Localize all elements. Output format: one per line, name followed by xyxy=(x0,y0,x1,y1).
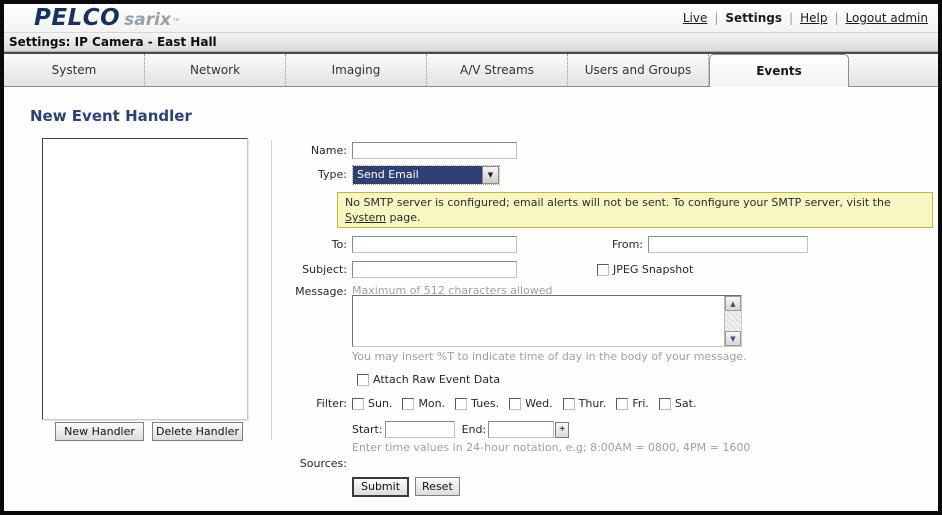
scroll-up-icon[interactable]: ▲ xyxy=(725,296,741,311)
filter-day-option: Tues. xyxy=(455,397,499,410)
delete-handler-button[interactable]: Delete Handler xyxy=(152,422,243,441)
submit-button[interactable]: Submit xyxy=(352,476,410,497)
name-row: Name: xyxy=(4,141,517,160)
name-input[interactable] xyxy=(352,142,517,159)
filter-thur-label: Thur. xyxy=(578,397,607,410)
subject-input[interactable] xyxy=(352,261,517,278)
filter-day-option: Wed. xyxy=(509,397,553,410)
nav-help-link[interactable]: Help xyxy=(800,11,827,25)
message-edit-region[interactable] xyxy=(353,296,724,346)
filter-sun-label: Sun. xyxy=(368,397,393,410)
nav-separator: | xyxy=(714,11,719,25)
type-select[interactable]: Send Email ▼ xyxy=(352,164,500,185)
start-input[interactable] xyxy=(384,421,455,438)
jpeg-snapshot-option: JPEG Snapshot xyxy=(597,263,693,276)
reset-button[interactable]: Reset xyxy=(415,477,460,496)
nav-logout-link[interactable]: Logout admin xyxy=(846,11,929,25)
type-row: Type: Send Email ▼ xyxy=(4,164,500,185)
page-title: New Event Handler xyxy=(30,107,192,125)
scrollbar[interactable]: ▲ ▼ xyxy=(724,296,741,346)
jpeg-snapshot-checkbox[interactable] xyxy=(597,263,609,276)
tab-imaging[interactable]: Imaging xyxy=(286,54,427,86)
nav-live-link[interactable]: Live xyxy=(683,11,708,25)
filter-sun-checkbox[interactable] xyxy=(352,397,364,410)
filter-thur-checkbox[interactable] xyxy=(562,397,575,410)
product-text: sarix xyxy=(124,10,171,30)
to-input[interactable] xyxy=(352,236,517,253)
filter-day-option: Thur. xyxy=(562,397,607,410)
form-buttons: Submit Reset xyxy=(352,476,460,497)
sources-label: Sources: xyxy=(299,457,347,470)
scroll-down-icon[interactable]: ▼ xyxy=(725,331,741,346)
browser-page: PELCO sarix ™ Live | Settings | Help | L… xyxy=(0,0,942,515)
filter-label: Filter: xyxy=(316,397,347,410)
trademark-text: ™ xyxy=(171,18,181,28)
nav-separator: | xyxy=(834,11,839,25)
subject-label: Subject: xyxy=(302,263,347,276)
filter-wed-checkbox[interactable] xyxy=(509,397,522,410)
end-input[interactable] xyxy=(488,421,555,438)
jpeg-snapshot-label: JPEG Snapshot xyxy=(613,263,694,276)
filter-tues-label: Tues. xyxy=(471,397,500,410)
filter-day-option: Mon. xyxy=(402,397,445,410)
app-header: PELCO sarix ™ Live | Settings | Help | L… xyxy=(4,4,938,32)
tab-network[interactable]: Network xyxy=(145,54,286,86)
to-from-row: To: From: xyxy=(4,235,808,254)
attach-raw-option: Attach Raw Event Data xyxy=(357,373,500,386)
type-select-value: Send Email xyxy=(353,165,482,184)
chevron-down-icon[interactable]: ▼ xyxy=(482,165,499,184)
filter-sat-checkbox[interactable] xyxy=(658,397,671,410)
filter-day-option: Sun. xyxy=(352,397,392,410)
start-label: Start: xyxy=(352,423,383,436)
message-textarea[interactable]: ▲ ▼ xyxy=(352,295,742,347)
warning-text-before: No SMTP server is configured; email aler… xyxy=(345,196,891,209)
message-label: Message: xyxy=(295,285,347,298)
system-page-link[interactable]: System xyxy=(345,211,386,224)
add-time-button[interactable]: + xyxy=(555,421,570,438)
tab-strip: System Network Imaging A/V Streams Users… xyxy=(4,52,938,87)
header-nav: Live | Settings | Help | Logout admin xyxy=(683,11,928,25)
from-input[interactable] xyxy=(648,236,808,253)
filter-mon-label: Mon. xyxy=(418,397,446,410)
filter-row: Filter: Sun. Mon. Tues. Wed. Thur. Fri. … xyxy=(4,394,696,413)
type-label: Type: xyxy=(318,168,347,181)
new-handler-button[interactable]: New Handler xyxy=(55,422,144,441)
time-notation-hint: Enter time values in 24-hour notation, e… xyxy=(352,441,751,454)
filter-mon-checkbox[interactable] xyxy=(402,397,415,410)
attach-raw-label: Attach Raw Event Data xyxy=(373,373,501,386)
tab-av-streams[interactable]: A/V Streams xyxy=(427,54,568,86)
filter-day-option: Sat. xyxy=(658,397,697,410)
filter-wed-label: Wed. xyxy=(525,397,553,410)
filter-tues-checkbox[interactable] xyxy=(455,397,468,410)
filter-fri-label: Fri. xyxy=(632,397,649,410)
nav-settings-link[interactable]: Settings xyxy=(725,11,782,25)
filter-fri-checkbox[interactable] xyxy=(616,397,629,410)
tab-system[interactable]: System xyxy=(4,54,145,86)
nav-separator: | xyxy=(789,11,794,25)
message-time-hint: You may insert %T to indicate time of da… xyxy=(352,350,747,363)
attach-raw-checkbox[interactable] xyxy=(357,373,369,386)
brand-text: PELCO xyxy=(34,5,121,31)
filter-sat-label: Sat. xyxy=(674,397,697,410)
name-label: Name: xyxy=(310,144,347,157)
end-label: End: xyxy=(461,423,487,436)
time-row: Start: End: + xyxy=(352,420,570,439)
smtp-warning-banner: No SMTP server is configured; email aler… xyxy=(337,192,933,228)
tab-users-and-groups[interactable]: Users and Groups xyxy=(568,54,709,86)
subject-row: Subject: JPEG Snapshot xyxy=(4,260,693,279)
filter-day-option: Fri. xyxy=(616,397,649,410)
tab-events[interactable]: Events xyxy=(709,54,849,87)
pelco-logo: PELCO sarix ™ xyxy=(34,5,181,31)
content-area: New Event Handler New Handler Delete Han… xyxy=(4,87,938,511)
settings-title: Settings: IP Camera - East Hall xyxy=(9,35,217,49)
warning-text-after: page. xyxy=(386,211,421,224)
from-label: From: xyxy=(612,238,643,251)
attach-row: Attach Raw Event Data xyxy=(357,370,500,389)
to-label: To: xyxy=(331,238,347,251)
filter-days: Sun. Mon. Tues. Wed. Thur. Fri. Sat. xyxy=(352,397,696,410)
settings-bar: Settings: IP Camera - East Hall xyxy=(4,32,938,52)
